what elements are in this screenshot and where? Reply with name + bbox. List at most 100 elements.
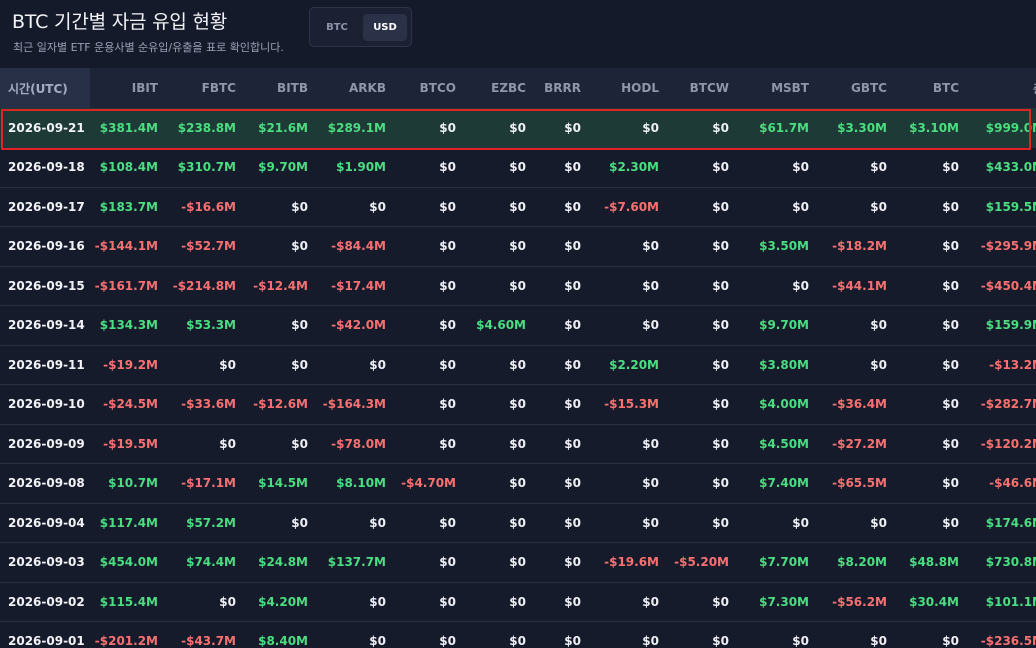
flow-cell: $0	[248, 226, 320, 267]
flow-cell: $0	[821, 147, 899, 188]
table-row[interactable]: 2026-09-16 -$144.1M -$52.7M $0 -$84.4M $0 $0 $0…	[0, 226, 1036, 267]
flow-cell: -$84.4M	[320, 226, 398, 267]
table-row[interactable]: 2026-09-11 -$19.2M $0 $0 $0 $0 $0 $0 $2.20M $0 $3.…	[0, 345, 1036, 385]
table-row[interactable]: 2026-09-01 -$201.2M -$43.7M $8.40M $0 $0 $0 $0 $…	[0, 621, 1036, 648]
flow-cell: $0	[538, 108, 593, 148]
flow-cell: $74.4M	[170, 542, 248, 583]
table-row[interactable]: 2026-09-21 $381.4M $238.8M $21.6M $289.1M $0 $…	[0, 108, 1036, 148]
flow-cell: $0	[398, 108, 468, 148]
column-header-arkb[interactable]: ARKB	[320, 68, 398, 108]
btc-toggle-button[interactable]: BTC	[315, 14, 359, 41]
flow-cell: -$19.2M	[90, 345, 170, 385]
table-row[interactable]: 2026-09-03 $454.0M $74.4M $24.8M $137.7M $0 $0…	[0, 542, 1036, 583]
flow-cell: -$36.4M	[821, 384, 899, 425]
flow-cell: -$19.5M	[90, 424, 170, 464]
column-header-btc[interactable]: BTC	[899, 68, 971, 108]
column-header-msbt[interactable]: MSBT	[741, 68, 821, 108]
flow-cell: $174.6M	[971, 503, 1036, 543]
flow-cell: $0	[671, 463, 741, 504]
flow-cell: $0	[593, 503, 671, 543]
flow-cell: -$144.1M	[90, 226, 170, 267]
flow-cell: $4.20M	[248, 582, 320, 622]
flow-cell: $0	[671, 582, 741, 622]
table-row[interactable]: 2026-09-14 $134.3M $53.3M $0 -$42.0M $0 $4.60M…	[0, 305, 1036, 346]
column-header-총[interactable]: 총	[971, 68, 1036, 108]
flow-cell: -$214.8M	[170, 266, 248, 306]
flow-cell: $0	[899, 305, 971, 346]
column-header-btco[interactable]: BTCO	[398, 68, 468, 108]
flow-cell: $8.20M	[821, 542, 899, 583]
flow-cell: $2.30M	[593, 147, 671, 188]
flow-cell: $0	[671, 108, 741, 148]
column-header-ibit[interactable]: IBIT	[90, 68, 170, 108]
flow-cell: $117.4M	[90, 503, 170, 543]
table-row[interactable]: 2026-09-10 -$24.5M -$33.6M -$12.6M -$164.3M $…	[0, 384, 1036, 425]
flow-cell: $0	[899, 503, 971, 543]
flow-cell: $0	[398, 582, 468, 622]
flow-cell: $0	[398, 542, 468, 583]
flow-cell: $0	[248, 503, 320, 543]
column-header-btcw[interactable]: BTCW	[671, 68, 741, 108]
table-row[interactable]: 2026-09-08 $10.7M -$17.1M $14.5M $8.10M -$4.7…	[0, 463, 1036, 504]
table-row[interactable]: 2026-09-09 -$19.5M $0 $0 -$78.0M $0 $0 $0 $0 $0 $4…	[0, 424, 1036, 464]
flow-cell: $0	[593, 108, 671, 148]
flow-cell: $4.60M	[468, 305, 538, 346]
flow-cell: $0	[899, 424, 971, 464]
flow-cell: $0	[538, 266, 593, 306]
table-row[interactable]: 2026-09-17 $183.7M -$16.6M $0 $0 $0 $0 $0 -$7.60…	[0, 187, 1036, 227]
table-row[interactable]: 2026-09-18 $108.4M $310.7M $9.70M $1.90M $0 $0…	[0, 147, 1036, 188]
flow-cell: -$65.5M	[821, 463, 899, 504]
flow-cell: $0	[899, 384, 971, 425]
flow-cell: $0	[671, 147, 741, 188]
flow-cell: $0	[468, 266, 538, 306]
flow-cell: -$450.4M	[971, 266, 1036, 306]
flow-cell: $433.0M	[971, 147, 1036, 188]
flow-cell: $0	[593, 305, 671, 346]
flow-table-container[interactable]: 시간(UTC) IBIT FBTC BITB ARKB BTCO EZBC BRRR HODL B…	[0, 68, 1036, 648]
flow-cell: $53.3M	[170, 305, 248, 346]
flow-cell: $0	[593, 621, 671, 648]
table-row[interactable]: 2026-09-04 $117.4M $57.2M $0 $0 $0 $0 $0 $0 $0 $0 $…	[0, 503, 1036, 543]
flow-cell: $101.1M	[971, 582, 1036, 622]
flow-cell: $0	[468, 424, 538, 464]
column-header-ezbc[interactable]: EZBC	[468, 68, 538, 108]
column-header-hodl[interactable]: HODL	[593, 68, 671, 108]
date-cell: 2026-09-11	[0, 345, 90, 385]
flow-cell: $0	[248, 187, 320, 227]
table-row[interactable]: 2026-09-02 $115.4M $0 $4.20M $0 $0 $0 $0 $0 $0 $7.…	[0, 582, 1036, 622]
flow-cell: $183.7M	[90, 187, 170, 227]
flow-cell: -$33.6M	[170, 384, 248, 425]
flow-cell: $0	[468, 582, 538, 622]
flow-cell: $0	[899, 266, 971, 306]
flow-cell: $310.7M	[170, 147, 248, 188]
flow-cell: -$4.70M	[398, 463, 468, 504]
flow-cell: $24.8M	[248, 542, 320, 583]
column-header-gbtc[interactable]: GBTC	[821, 68, 899, 108]
flow-cell: $0	[899, 345, 971, 385]
flow-cell: $9.70M	[741, 305, 821, 346]
flow-cell: $730.8M	[971, 542, 1036, 583]
flow-cell: $0	[468, 108, 538, 148]
column-header-time[interactable]: 시간(UTC)	[0, 68, 90, 108]
flow-cell: $0	[741, 266, 821, 306]
flow-cell: $4.00M	[741, 384, 821, 425]
table-header-row: 시간(UTC) IBIT FBTC BITB ARKB BTCO EZBC BRRR HODL B…	[0, 68, 1036, 108]
flow-cell: $0	[248, 345, 320, 385]
column-header-bitb[interactable]: BITB	[248, 68, 320, 108]
flow-cell: -$236.5M	[971, 621, 1036, 648]
column-header-fbtc[interactable]: FBTC	[170, 68, 248, 108]
date-cell: 2026-09-18	[0, 147, 90, 188]
flow-cell: $0	[899, 226, 971, 267]
flow-cell: $0	[671, 305, 741, 346]
date-cell: 2026-09-08	[0, 463, 90, 504]
table-row[interactable]: 2026-09-15 -$161.7M -$214.8M -$12.4M -$17.4M…	[0, 266, 1036, 306]
usd-toggle-button[interactable]: USD	[363, 14, 407, 41]
flow-table: 시간(UTC) IBIT FBTC BITB ARKB BTCO EZBC BRRR HODL B…	[0, 68, 1036, 648]
flow-cell: $0	[320, 621, 398, 648]
column-header-brrr[interactable]: BRRR	[538, 68, 593, 108]
flow-cell: $0	[468, 621, 538, 648]
flow-cell: $0	[899, 147, 971, 188]
flow-cell: $0	[671, 384, 741, 425]
flow-cell: $0	[821, 345, 899, 385]
flow-cell: $4.50M	[741, 424, 821, 464]
